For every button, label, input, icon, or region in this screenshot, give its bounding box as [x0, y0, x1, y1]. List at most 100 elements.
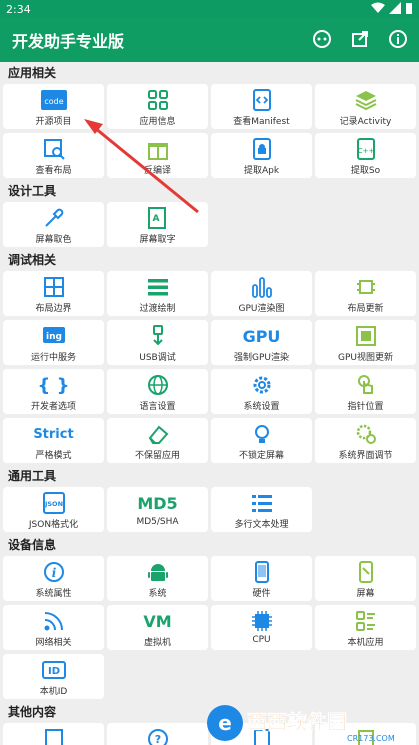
- feedback-icon[interactable]: [311, 28, 333, 50]
- tool-layout-bounds[interactable]: 布局边界: [3, 271, 104, 316]
- wifi-icon: [371, 2, 385, 13]
- tool-strict-mode[interactable]: Strict 严格模式: [3, 418, 104, 463]
- tool-layout-update[interactable]: 布局更新: [315, 271, 416, 316]
- tool-gpu-view-update[interactable]: GPU视图更新: [315, 320, 416, 365]
- watermark-url: CR173.COM: [347, 734, 395, 743]
- tool-dont-keep-activities[interactable]: 不保留应用: [107, 418, 208, 463]
- tool-system-settings[interactable]: 系统设置: [211, 369, 312, 414]
- tool-view-manifest[interactable]: 查看Manifest: [211, 84, 312, 129]
- tool-md5-sha[interactable]: MD5 MD5/SHA: [107, 487, 208, 532]
- section-device-grid: i 系统属性 系统 硬件 屏幕 网络相关 VM 虚拟机 CPU 本机应用 ID …: [0, 556, 419, 701]
- tool-decompile[interactable]: 反编译: [107, 133, 208, 178]
- tool-json-format[interactable]: JSON JSON格式化: [3, 487, 104, 532]
- book-icon: [44, 729, 63, 745]
- tool-developer-options[interactable]: { } 开发者选项: [3, 369, 104, 414]
- tool-overdraw[interactable]: 过渡绘制: [107, 271, 208, 316]
- android-icon: [147, 564, 168, 581]
- cpu-chip-icon: [251, 611, 272, 631]
- strict-text-icon: Strict: [33, 426, 74, 442]
- section-design-title: 设计工具: [8, 184, 57, 198]
- tool-label: 反编译: [143, 166, 171, 176]
- share-icon[interactable]: [349, 28, 371, 50]
- ing-badge-icon: ing: [42, 327, 65, 343]
- tool-cpu[interactable]: CPU: [211, 605, 312, 650]
- gift-box-icon: [147, 143, 168, 160]
- tool-text-picker[interactable]: A 屏幕取字: [107, 202, 208, 247]
- vm-text-icon: VM: [143, 611, 172, 631]
- svg-text:code: code: [44, 97, 63, 106]
- tool-label: 不锁定屏幕: [238, 451, 284, 461]
- tool-label: GPU视图更新: [338, 353, 393, 363]
- help-circle-icon: ?: [147, 729, 168, 745]
- code-document-icon: [252, 89, 271, 111]
- tool-label: JSON格式化: [28, 520, 79, 530]
- tool-app-info[interactable]: 应用信息: [107, 84, 208, 129]
- tool-label: 布局边界: [35, 304, 72, 314]
- json-file-icon: JSON: [42, 492, 65, 514]
- lightbulb-icon: [254, 425, 269, 443]
- tool-system-ui-tuner[interactable]: 系统界面调节: [315, 418, 416, 463]
- tool-stay-awake[interactable]: 不锁定屏幕: [211, 418, 312, 463]
- tool-label: 开发者选项: [30, 402, 76, 412]
- tool-label: 严格模式: [35, 451, 72, 461]
- bar-chart-icon: [251, 277, 272, 298]
- tool-force-gpu[interactable]: GPU 强制GPU渲染: [211, 320, 312, 365]
- tool-label: 屏幕取色: [35, 235, 72, 245]
- tool-label: 系统设置: [243, 402, 280, 412]
- tool-label: 应用信息: [139, 117, 176, 127]
- tool-pointer-location[interactable]: 指针位置: [315, 369, 416, 414]
- globe-icon: [147, 375, 168, 395]
- tool-running-services[interactable]: ing 运行中服务: [3, 320, 104, 365]
- eyedropper-icon: [44, 208, 63, 227]
- tool-label: 提取So: [350, 166, 381, 176]
- tool-other-2[interactable]: ?: [107, 723, 208, 745]
- tool-system[interactable]: 系统: [107, 556, 208, 601]
- info-circle-icon: i: [43, 562, 64, 582]
- tool-record-activity[interactable]: 记录Activity: [315, 84, 416, 129]
- tool-multiline-text[interactable]: 多行文本处理: [211, 487, 312, 532]
- tool-usb-debug[interactable]: USB调试: [107, 320, 208, 365]
- tool-virtual-machine[interactable]: VM 虚拟机: [107, 605, 208, 650]
- svg-text:JSON: JSON: [43, 500, 62, 508]
- usb-plug-icon: [152, 325, 163, 346]
- tool-network[interactable]: 网络相关: [3, 605, 104, 650]
- tool-label: MD5/SHA: [136, 517, 179, 527]
- tool-label: 屏幕: [356, 589, 375, 599]
- tool-label: 强制GPU渲染: [234, 353, 289, 363]
- android-file-icon: [252, 138, 271, 160]
- rss-icon: [44, 612, 63, 631]
- tool-open-source[interactable]: code 开源项目: [3, 84, 104, 129]
- tool-screen[interactable]: 屏幕: [315, 556, 416, 601]
- app-list-icon: [355, 611, 375, 631]
- section-design-grid: 屏幕取色 A 屏幕取字: [0, 202, 419, 249]
- tool-label: 记录Activity: [339, 117, 392, 127]
- tool-view-layout[interactable]: 查看布局: [3, 133, 104, 178]
- info-icon[interactable]: [387, 28, 409, 50]
- tool-label: 本机ID: [39, 687, 68, 697]
- layers-icon: [355, 91, 376, 111]
- tool-extract-so[interactable]: C++ 提取So: [315, 133, 416, 178]
- text-document-icon: A: [147, 207, 166, 229]
- layout-search-icon: [43, 139, 65, 160]
- screen-icon: [358, 561, 373, 583]
- tool-hardware[interactable]: 硬件: [211, 556, 312, 601]
- menu-lines-icon: [147, 279, 168, 296]
- tool-device-id[interactable]: ID 本机ID: [3, 654, 104, 699]
- tool-color-picker[interactable]: 屏幕取色: [3, 202, 104, 247]
- tool-other-1[interactable]: [3, 723, 104, 745]
- app-title: 开发助手专业版: [12, 32, 125, 51]
- tool-gpu-render-chart[interactable]: GPU渲染图: [211, 271, 312, 316]
- svg-text:A: A: [152, 214, 159, 224]
- tool-label: 不保留应用: [134, 451, 180, 461]
- tool-label: 虚拟机: [143, 638, 171, 648]
- phone-icon: [254, 561, 269, 583]
- svg-text:ing: ing: [46, 332, 62, 342]
- tool-label: GPU渲染图: [238, 304, 285, 314]
- tool-list[interactable]: 应用相关 code 开源项目 应用信息 查看Manifest 记录Activit…: [0, 62, 419, 745]
- tool-installed-apps[interactable]: 本机应用: [315, 605, 416, 650]
- status-time: 2:34: [6, 2, 31, 16]
- section-debug-title: 调试相关: [8, 253, 57, 267]
- tool-system-properties[interactable]: i 系统属性: [3, 556, 104, 601]
- tool-extract-apk[interactable]: 提取Apk: [211, 133, 312, 178]
- tool-language-settings[interactable]: 语言设置: [107, 369, 208, 414]
